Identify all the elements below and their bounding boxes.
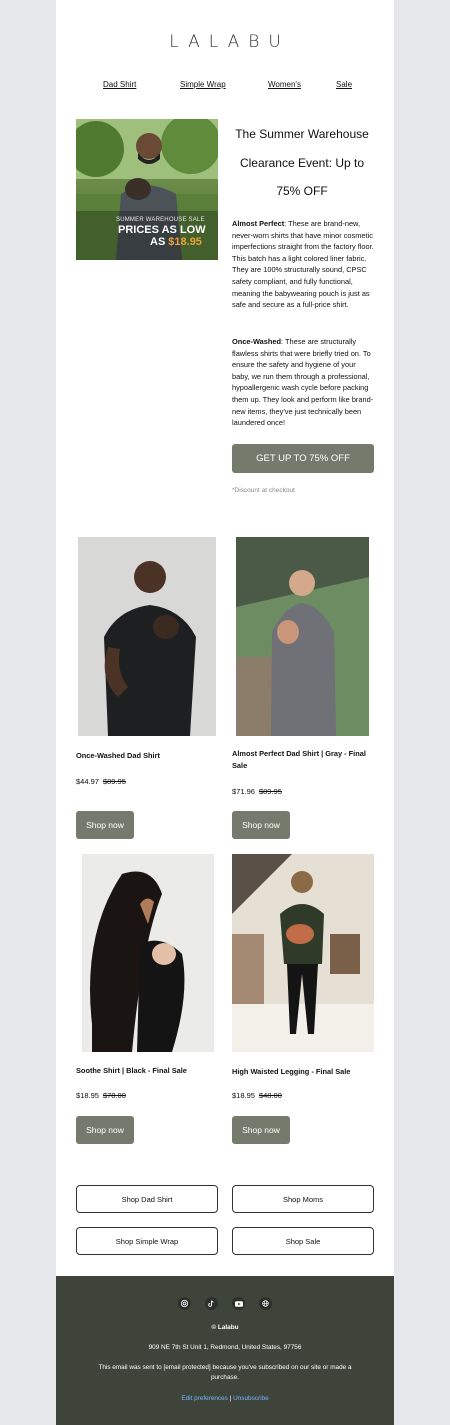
footer-address: 909 NE 7th St Unit 1, Redmond, United St…: [148, 1344, 302, 1351]
email-footer: © Lalabu 909 NE 7th St Unit 1, Redmond, …: [56, 1276, 394, 1425]
almost-perfect-text: : These are brand-new, never-worn shirts…: [232, 219, 374, 310]
product-title[interactable]: Once-Washed Dad Shirt: [76, 750, 218, 762]
once-washed-label: Once-Washed: [232, 337, 282, 346]
sale-price: $18.95: [76, 1091, 99, 1100]
shop-sale-button[interactable]: Shop Sale: [232, 1227, 374, 1255]
sale-price: $44.97: [76, 777, 99, 786]
once-washed-text: : These are structurally flawless shirts…: [232, 337, 374, 428]
product-photo-1: [78, 537, 216, 736]
original-price: $48.00: [258, 1091, 282, 1100]
sale-price: $18.95: [232, 1091, 255, 1100]
almost-perfect-label: Almost Perfect: [232, 219, 285, 228]
product-title[interactable]: Soothe Shirt | Black - Final Sale: [76, 1065, 218, 1077]
headline-line-3: 75% OFF: [276, 184, 328, 198]
hero-overlay-line2: PRICES AS LOW: [118, 224, 206, 236]
footer-notice: This email was sent to [email protected]…: [98, 1364, 352, 1381]
product-image-almost-perfect-dad-shirt[interactable]: [236, 537, 369, 736]
hero-overlay-line3: AS $18.95: [150, 236, 202, 248]
shop-simple-wrap-button[interactable]: Shop Simple Wrap: [76, 1227, 218, 1255]
product-price: $18.95 $48.00: [232, 1091, 282, 1100]
product-title[interactable]: Almost Perfect Dad Shirt | Gray - Final …: [232, 748, 374, 772]
original-price: $78.00: [102, 1091, 126, 1100]
edit-preferences-link[interactable]: Edit preferences: [181, 1395, 228, 1402]
shop-now-button[interactable]: Shop now: [76, 1116, 134, 1144]
unsubscribe-link[interactable]: Unsubscribe: [233, 1395, 269, 1402]
nav-sale[interactable]: Sale: [336, 80, 352, 89]
original-price: $89.95: [102, 777, 126, 786]
headline-line-2: Clearance Event: Up to: [239, 155, 365, 170]
nav-womens[interactable]: Women's: [268, 80, 301, 89]
product-photo-3: [82, 854, 214, 1052]
nav-dad-shirt[interactable]: Dad Shirt: [103, 80, 136, 89]
sale-price: $71.96: [232, 787, 255, 796]
product-photo-4: [232, 854, 374, 1052]
instagram-icon[interactable]: [178, 1297, 191, 1310]
shop-dad-shirt-button[interactable]: Shop Dad Shirt: [76, 1185, 218, 1213]
once-washed-paragraph: Once-Washed: These are structurally flaw…: [232, 336, 374, 429]
nav-simple-wrap[interactable]: Simple Wrap: [180, 80, 226, 89]
footer-links: Edit preferences | Unsubscribe: [56, 1394, 394, 1404]
product-image-soothe-shirt[interactable]: [82, 854, 214, 1052]
hero-overlay-as: AS: [150, 236, 166, 248]
product-price: $71.96 $89.95: [232, 787, 282, 796]
product-image-high-waisted-legging[interactable]: [232, 854, 374, 1052]
email-body: LALABU Dad Shirt Simple Wrap Women's Sal…: [56, 0, 394, 1425]
product-image-once-washed-dad-shirt[interactable]: [78, 537, 216, 736]
tiktok-icon[interactable]: [205, 1297, 218, 1310]
almost-perfect-paragraph: Almost Perfect: These are brand-new, nev…: [232, 218, 374, 311]
shop-moms-button[interactable]: Shop Moms: [232, 1185, 374, 1213]
shop-now-button[interactable]: Shop now: [76, 811, 134, 839]
product-price: $44.97 $89.95: [76, 777, 126, 786]
headline-line-1: The Summer Warehouse: [235, 127, 369, 141]
youtube-icon[interactable]: [232, 1297, 245, 1310]
hero-headline: The Summer Warehouse Clearance Event: Up…: [232, 120, 372, 206]
hero-overlay-line1: SUMMER WAREHOUSE SALE: [116, 217, 205, 223]
shop-now-button[interactable]: Shop now: [232, 1116, 290, 1144]
original-price: $89.95: [258, 787, 282, 796]
hero-image[interactable]: SUMMER WAREHOUSE SALE PRICES AS LOW AS $1…: [76, 119, 218, 260]
discount-disclaimer: *Discount at checkout: [232, 487, 295, 494]
footer-link-separator: |: [229, 1395, 232, 1402]
product-title[interactable]: High Waisted Legging - Final Sale: [232, 1066, 374, 1078]
globe-icon[interactable]: [259, 1297, 272, 1310]
hero-overlay-price: $18.95: [168, 236, 202, 248]
product-price: $18.95 $78.00: [76, 1091, 126, 1100]
footer-copyright: © Lalabu: [211, 1324, 239, 1331]
product-photo-2: [236, 537, 369, 736]
get-discount-button[interactable]: GET UP TO 75% OFF: [232, 444, 374, 473]
shop-now-button[interactable]: Shop now: [232, 811, 290, 839]
brand-logo[interactable]: LALABU: [56, 32, 394, 52]
